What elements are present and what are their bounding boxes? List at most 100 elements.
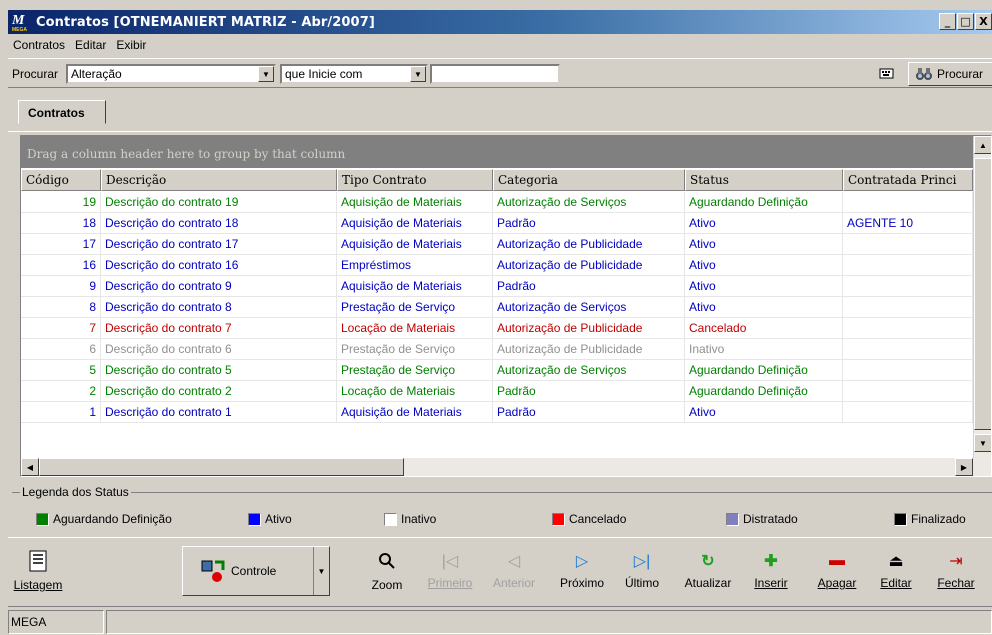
next-record-icon: ▷ (575, 553, 589, 570)
table-row[interactable]: 8 Descrição do contrato 8 Prestação de Ser… (21, 297, 973, 318)
edit-icon: ⏏ (888, 553, 904, 570)
cell-codigo: 18 (21, 213, 101, 234)
primeiro-button[interactable]: |◁ Primeiro (428, 550, 473, 590)
window-title: Contratos [OTNEMANIERT MATRIZ - Abr/2007… (36, 14, 375, 30)
status-bar: MEGA (8, 606, 992, 635)
col-header-status[interactable]: Status (685, 169, 843, 191)
col-header-tipo-contrato[interactable]: Tipo Contrato (337, 169, 493, 191)
menu-exibir[interactable]: Exibir (111, 36, 151, 56)
legend-item-ativo: Ativo (248, 512, 292, 526)
atualizar-button[interactable]: ↻ Atualizar (678, 550, 738, 590)
proximo-button[interactable]: ▷ Próximo (558, 550, 606, 590)
vertical-scroll-thumb[interactable] (974, 158, 991, 430)
minus-icon: ▬ (829, 552, 845, 569)
report-icon (28, 550, 48, 572)
vertical-scrollbar[interactable]: ▲ ▼ (973, 136, 991, 458)
menu-editar[interactable]: Editar (70, 36, 111, 56)
horizontal-scroll-thumb[interactable] (39, 458, 404, 476)
controle-button[interactable]: Controle ▼ (182, 546, 330, 596)
cell-descricao: Descrição do contrato 2 (101, 381, 337, 402)
cell-codigo: 1 (21, 402, 101, 423)
table-row[interactable]: 6 Descrição do contrato 6 Prestação de Ser… (21, 339, 973, 360)
fechar-button[interactable]: ⇥ Fechar (932, 550, 980, 590)
zoom-button[interactable]: Zoom (362, 550, 412, 592)
tab-panel-divider (8, 131, 992, 132)
cell-status: Ativo (685, 213, 843, 234)
cell-codigo: 17 (21, 234, 101, 255)
cell-categoria: Autorização de Serviços (493, 360, 685, 381)
table-row[interactable]: 9 Descrição do contrato 9 Aquisição de Mat… (21, 276, 973, 297)
close-button[interactable]: X (975, 13, 992, 30)
procurar-button[interactable]: Procurar (908, 62, 992, 86)
cell-tipo-contrato: Aquisição de Materiais (337, 402, 493, 423)
cell-descricao: Descrição do contrato 17 (101, 234, 337, 255)
scroll-down-button[interactable]: ▼ (974, 434, 991, 452)
col-header-contratada[interactable]: Contratada Princi (843, 169, 973, 191)
tab-strip: Contratos (8, 92, 992, 132)
table-row[interactable]: 2 Descrição do contrato 2 Locação de Mater… (21, 381, 973, 402)
chevron-down-icon[interactable]: ▼ (313, 547, 329, 595)
cell-descricao: Descrição do contrato 16 (101, 255, 337, 276)
title-bar: M MEGA Contratos [OTNEMANIERT MATRIZ - A… (8, 10, 992, 34)
legend-item-inativo: Inativo (384, 512, 436, 526)
horizontal-scrollbar[interactable]: ◀ ▶ (21, 458, 991, 476)
cell-descricao: Descrição do contrato 5 (101, 360, 337, 381)
col-header-descricao[interactable]: Descrição (101, 169, 337, 191)
maximize-button[interactable]: □ (957, 13, 974, 30)
scroll-left-button[interactable]: ◀ (21, 458, 39, 476)
cell-status: Ativo (685, 297, 843, 318)
apagar-button[interactable]: ▬ Apagar (812, 550, 862, 590)
table-row[interactable]: 17 Descrição do contrato 17 Aquisição de M… (21, 234, 973, 255)
cell-categoria: Autorização de Serviços (493, 297, 685, 318)
col-header-categoria[interactable]: Categoria (493, 169, 685, 191)
cell-categoria: Padrão (493, 402, 685, 423)
table-row[interactable]: 16 Descrição do contrato 16 Empréstimos Aut… (21, 255, 973, 276)
listagem-button[interactable]: Listagem (8, 550, 68, 592)
cell-tipo-contrato: Prestação de Serviço (337, 339, 493, 360)
cell-contratada (843, 234, 973, 255)
cell-tipo-contrato: Prestação de Serviço (337, 297, 493, 318)
cell-contratada (843, 402, 973, 423)
app-logo-icon: M MEGA (12, 13, 27, 33)
legend-swatch (726, 512, 739, 526)
table-row[interactable]: 18 Descrição do contrato 18 Aquisição de M… (21, 213, 973, 234)
scroll-right-button[interactable]: ▶ (955, 458, 973, 476)
cell-contratada (843, 381, 973, 402)
cell-status: Cancelado (685, 318, 843, 339)
legend-swatch (384, 512, 397, 526)
minimize-button[interactable]: _ (939, 13, 956, 30)
scroll-up-button[interactable]: ▲ (974, 136, 991, 154)
table-row[interactable]: 5 Descrição do contrato 5 Prestação de Ser… (21, 360, 973, 381)
search-input[interactable] (430, 64, 560, 84)
anterior-button[interactable]: ◁ Anterior (490, 550, 538, 590)
chevron-down-icon[interactable]: ▼ (258, 66, 274, 82)
table-row[interactable]: 1 Descrição do contrato 1 Aquisição de Mat… (21, 402, 973, 423)
cell-descricao: Descrição do contrato 19 (101, 192, 337, 213)
inserir-button[interactable]: ✚ Inserir (748, 550, 794, 590)
legend-title: Legenda dos Status (20, 485, 131, 499)
group-by-panel[interactable]: Drag a column header here to group by th… (21, 136, 973, 168)
cell-codigo: 8 (21, 297, 101, 318)
table-row[interactable]: 19 Descrição do contrato 19 Aquisição de M… (21, 192, 973, 213)
search-field-select[interactable]: Alteração ▼ (66, 64, 276, 84)
search-bar: Procurar Alteração ▼ que Inicie com ▼ Pr… (8, 58, 992, 88)
cell-status: Ativo (685, 234, 843, 255)
chevron-down-icon[interactable]: ▼ (410, 66, 426, 82)
menu-contratos[interactable]: Contratos (8, 36, 70, 56)
legend-item-cancelado: Cancelado (552, 512, 626, 526)
col-header-codigo[interactable]: Código (21, 169, 101, 191)
legend-item-aguardando: Aguardando Definição (36, 512, 172, 526)
refresh-icon: ↻ (701, 553, 715, 570)
cell-descricao: Descrição do contrato 8 (101, 297, 337, 318)
cell-categoria: Padrão (493, 213, 685, 234)
ultimo-button[interactable]: ▷| Último (620, 550, 664, 590)
search-mode-select[interactable]: que Inicie com ▼ (280, 64, 428, 84)
tab-contratos[interactable]: Contratos (18, 100, 106, 124)
table-row[interactable]: 7 Descrição do contrato 7 Locação de Mater… (21, 318, 973, 339)
zoom-icon (376, 550, 398, 572)
cell-status: Ativo (685, 276, 843, 297)
contracts-grid: Drag a column header here to group by th… (20, 135, 992, 477)
cell-categoria: Padrão (493, 381, 685, 402)
editar-button[interactable]: ⏏ Editar (874, 550, 918, 590)
search-options-button[interactable] (876, 64, 898, 84)
